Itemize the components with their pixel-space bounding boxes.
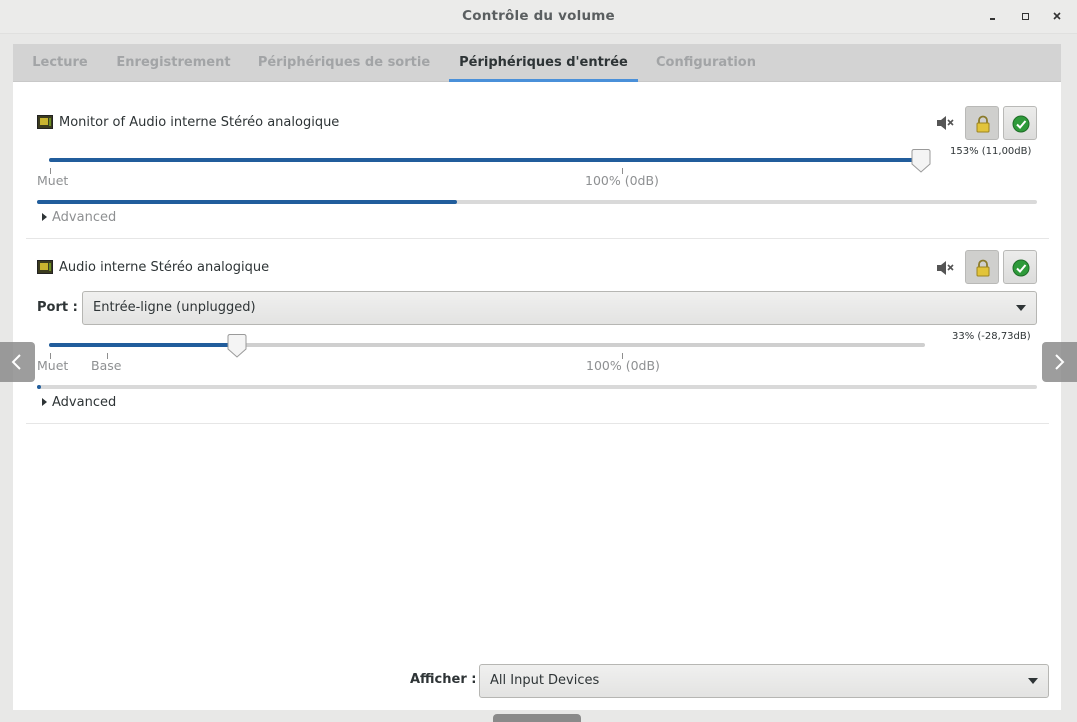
microphone-card-icon — [37, 115, 53, 129]
tab-bar: Lecture Enregistrement Périphériques de … — [13, 44, 1061, 82]
previous-button[interactable] — [0, 342, 35, 382]
device-separator — [26, 423, 1049, 424]
window-titlebar: Contrôle du volume — [0, 0, 1077, 34]
set-default-button[interactable] — [1003, 250, 1037, 284]
close-icon — [1053, 12, 1061, 20]
volume-readout: 153% (11,00dB) — [950, 146, 1032, 157]
advanced-expander[interactable]: Advanced — [42, 210, 116, 225]
dropdown-arrow-icon — [1016, 305, 1026, 311]
checkmark-icon — [1012, 115, 1030, 133]
input-level-meter — [37, 385, 1037, 389]
minimize-button[interactable] — [986, 9, 1000, 23]
volume-slider-fill — [49, 343, 238, 347]
volume-slider-handle[interactable] — [227, 334, 247, 358]
set-default-button[interactable] — [1003, 106, 1037, 140]
microphone-card-icon — [37, 260, 53, 274]
device-list-panel — [13, 82, 1061, 710]
expander-arrow-icon — [42, 213, 47, 221]
speaker-mute-icon[interactable] — [936, 115, 956, 131]
tab-enregistrement[interactable]: Enregistrement — [111, 44, 236, 82]
close-button[interactable] — [1050, 9, 1064, 23]
tab-peripheriques-sortie[interactable]: Périphériques de sortie — [253, 44, 435, 82]
lock-channels-button[interactable] — [965, 106, 999, 140]
device-name: Audio interne Stéréo analogique — [59, 260, 270, 275]
input-level-fill — [37, 385, 41, 389]
expander-arrow-icon — [42, 398, 47, 406]
tick-label-muet: Muet — [37, 358, 69, 373]
afficher-label: Afficher : — [410, 672, 477, 687]
tab-lecture[interactable]: Lecture — [21, 44, 99, 82]
volume-slider-fill — [49, 158, 921, 162]
lock-channels-button[interactable] — [965, 250, 999, 284]
advanced-label: Advanced — [52, 395, 117, 410]
tick-label-100: 100% (0dB) — [586, 358, 660, 373]
port-select[interactable]: Entrée-ligne (unplugged) — [82, 291, 1037, 325]
tab-configuration[interactable]: Configuration — [653, 44, 759, 82]
device-separator — [26, 238, 1049, 239]
advanced-expander[interactable]: Advanced — [42, 395, 116, 410]
tick-label-base: Base — [91, 358, 122, 373]
port-select-value: Entrée-ligne (unplugged) — [93, 300, 256, 315]
lock-icon — [976, 115, 990, 133]
volume-readout: 33% (-28,73dB) — [952, 331, 1031, 342]
input-level-fill — [37, 200, 457, 204]
advanced-label: Advanced — [52, 210, 117, 225]
lock-icon — [976, 259, 990, 277]
tick-label-muet: Muet — [37, 173, 69, 188]
dropdown-arrow-icon — [1028, 678, 1038, 684]
chevron-right-icon — [1055, 354, 1065, 370]
checkmark-icon — [1012, 259, 1030, 277]
afficher-select[interactable]: All Input Devices — [479, 664, 1049, 698]
speaker-mute-icon[interactable] — [936, 260, 956, 276]
window-title: Contrôle du volume — [462, 8, 615, 24]
tab-peripheriques-entree[interactable]: Périphériques d'entrée — [449, 44, 638, 82]
device-name: Monitor of Audio interne Stéréo analogiq… — [59, 115, 340, 130]
afficher-select-value: All Input Devices — [490, 673, 600, 688]
port-label: Port : — [37, 300, 78, 315]
chevron-left-icon — [11, 354, 21, 370]
next-button[interactable] — [1042, 342, 1077, 382]
volume-slider-handle[interactable] — [911, 149, 931, 173]
bottom-handle[interactable] — [493, 714, 581, 722]
tick-label-100: 100% (0dB) — [585, 173, 659, 188]
maximize-button[interactable] — [1018, 9, 1032, 23]
